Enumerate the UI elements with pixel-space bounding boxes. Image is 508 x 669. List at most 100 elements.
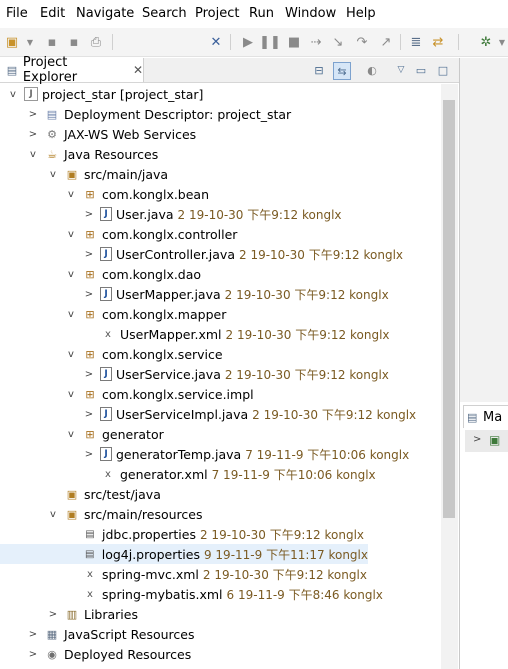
tree-item[interactable]: x spring-mvc.xml 2 19-10-30 下午9:12 konglx [0, 564, 440, 584]
menu-edit[interactable]: Edit [40, 6, 65, 21]
step-over-icon[interactable]: ↷ [354, 34, 370, 50]
toolbar-separator [400, 34, 401, 50]
chevron-down-icon[interactable]: v [46, 507, 60, 521]
tree-item[interactable]: v ⊞ com.konglx.dao [0, 264, 440, 284]
server-icon[interactable]: ▣ [489, 433, 500, 447]
save-icon[interactable]: ▪ [44, 34, 60, 50]
tree-item-label: JAX-WS Web Services [64, 126, 197, 142]
collapse-all-icon[interactable]: ⊟ [311, 62, 327, 78]
chevron-down-icon[interactable]: v [64, 387, 78, 401]
package-icon: ⊞ [85, 307, 95, 321]
tab-markers[interactable]: ▤ Ma [463, 405, 508, 429]
print-icon[interactable]: ⎙ [88, 34, 104, 50]
tree-item[interactable]: > J UserServiceImpl.java 2 19-10-30 下午9:12 … [0, 404, 440, 424]
tree-item[interactable]: v ⊞ generator [0, 424, 440, 444]
chevron-down-icon[interactable]: v [64, 227, 78, 241]
chevron-right-icon[interactable]: > [26, 107, 40, 121]
tree-item[interactable]: x spring-mybatis.xml 6 19-11-9 下午8:46 kong… [0, 584, 440, 604]
chevron-right-icon[interactable]: > [82, 407, 96, 421]
tree-item[interactable]: v ▣ src/main/java [0, 164, 440, 184]
view-menu-icon[interactable]: ▽ [393, 62, 409, 78]
new-dropdown-icon[interactable]: ▼ [22, 34, 38, 50]
outline-icon[interactable]: ≣ [408, 34, 424, 50]
tree-item[interactable]: v ▣ src/main/resources [0, 504, 440, 524]
side-tab-label: Ma [483, 409, 503, 425]
tree-item[interactable]: ▤ jdbc.properties 2 19-10-30 下午9:12 konglx [0, 524, 440, 544]
chevron-right-icon[interactable]: > [26, 627, 40, 641]
new-icon[interactable]: ▣ [4, 34, 20, 50]
tree-item[interactable]: > J User.java 2 19-10-30 下午9:12 konglx [0, 204, 440, 224]
tree-item[interactable]: v ⊞ com.konglx.controller [0, 224, 440, 244]
tree-item[interactable]: > JgeneratorTemp.java 7 19-11-9 下午10:06 ko… [0, 444, 440, 464]
tree-item-label: User.java [116, 206, 174, 222]
focus-icon[interactable]: ◐ [364, 62, 380, 78]
chevron-down-icon[interactable]: v [64, 187, 78, 201]
source-folder-icon: ▣ [66, 487, 78, 501]
package-icon: ⊞ [85, 227, 95, 241]
tree-item[interactable]: v ⊞ com.konglx.service.impl [0, 384, 440, 404]
tree-item[interactable]: x generator.xml 7 19-11-9 下午10:06 konglx [0, 464, 440, 484]
step-into-icon[interactable]: ↘ [330, 34, 346, 50]
close-icon[interactable]: ✕ [133, 63, 143, 77]
chevron-right-icon[interactable]: > [26, 647, 40, 661]
tree-item[interactable]: v ⊞ com.konglx.service [0, 344, 440, 364]
tab-project-explorer[interactable]: ▤ Project Explorer ✕ [0, 55, 144, 85]
tree-item[interactable]: > J UserService.java 2 19-10-30 下午9:12 kong… [0, 364, 440, 384]
tree-item-label: com.konglx.mapper [102, 306, 227, 322]
tree-item[interactable]: > ⚙ JAX-WS Web Services [0, 124, 440, 144]
menu-window[interactable]: Window [285, 6, 336, 21]
tree-item-highlighted[interactable]: ▤ log4j.properties 9 19-11-9 下午11:17 kongl… [0, 544, 368, 564]
link-with-editor-icon[interactable]: ⇆ [333, 62, 351, 80]
step-return-icon[interactable]: ↗ [378, 34, 394, 50]
tree-item-label: src/test/java [84, 486, 161, 502]
menu-search[interactable]: Search [142, 6, 187, 21]
tree-item[interactable]: > ▦ JavaScript Resources [0, 624, 440, 644]
chevron-right-icon[interactable]: > [473, 434, 481, 445]
chevron-down-icon[interactable]: v [64, 267, 78, 281]
chevron-right-icon[interactable]: > [82, 447, 96, 461]
menu-file[interactable]: File [6, 6, 28, 21]
tree-item[interactable]: > J UserMapper.java 2 19-10-30 下午9:12 kongl… [0, 284, 440, 304]
tree-item[interactable]: x UserMapper.xml 2 19-10-30 下午9:12 konglx [0, 324, 440, 344]
menu-run[interactable]: Run [249, 6, 274, 21]
tree-item[interactable]: > J UserController.java 2 19-10-30 下午9:12 k… [0, 244, 440, 264]
chevron-down-icon[interactable]: v [64, 427, 78, 441]
chevron-right-icon[interactable]: > [46, 607, 60, 621]
chevron-right-icon[interactable]: > [82, 367, 96, 381]
java-file-icon: J [100, 247, 112, 261]
debug-icon[interactable]: ✲ [478, 34, 494, 50]
chevron-right-icon[interactable]: > [26, 127, 40, 141]
resume-icon[interactable]: ▶ [240, 34, 256, 50]
chevron-right-icon[interactable]: > [82, 287, 96, 301]
minimize-icon[interactable]: ▭ [413, 62, 429, 78]
tree-item[interactable]: v Jproject_star [project_star] [0, 84, 440, 104]
tree-item[interactable]: v ⊞ com.konglx.mapper [0, 304, 440, 324]
chevron-down-icon[interactable]: v [6, 87, 20, 101]
maximize-icon[interactable]: □ [435, 62, 451, 78]
terminate-icon[interactable]: ■ [286, 34, 302, 50]
use-step-filters-icon[interactable]: ⇄ [430, 34, 446, 50]
tree-item[interactable]: v ⊞ com.konglx.bean [0, 184, 440, 204]
skip-breakpoints-icon[interactable]: ✕ [208, 34, 224, 50]
xml-file-icon: x [87, 568, 93, 580]
chevron-down-icon[interactable]: v [46, 167, 60, 181]
menu-help[interactable]: Help [346, 6, 376, 21]
menu-navigate[interactable]: Navigate [76, 6, 134, 21]
chevron-down-icon[interactable]: v [64, 347, 78, 361]
chevron-down-icon[interactable]: v [26, 147, 40, 161]
chevron-right-icon[interactable]: > [82, 247, 96, 261]
tree-item-meta: 2 19-10-30 下午9:12 konglx [202, 567, 367, 582]
chevron-down-icon[interactable]: v [64, 307, 78, 321]
tree-item[interactable]: v ☕ Java Resources [0, 144, 440, 164]
debug-dropdown-icon[interactable]: ▼ [494, 34, 508, 50]
tree-item[interactable]: > ▥ Libraries [0, 604, 440, 624]
menu-project[interactable]: Project [195, 6, 239, 21]
save-all-icon[interactable]: ▪ [66, 34, 82, 50]
chevron-right-icon[interactable]: > [82, 207, 96, 221]
disconnect-icon[interactable]: ⇢ [308, 34, 324, 50]
scrollbar-thumb[interactable] [443, 100, 455, 518]
tree-item[interactable]: ▣ src/test/java [0, 484, 440, 504]
tree-item[interactable]: > ▤ Deployment Descriptor: project_star [0, 104, 440, 124]
tree-item[interactable]: > ◉ Deployed Resources [0, 644, 440, 664]
suspend-icon[interactable]: ❚❚ [259, 34, 281, 50]
